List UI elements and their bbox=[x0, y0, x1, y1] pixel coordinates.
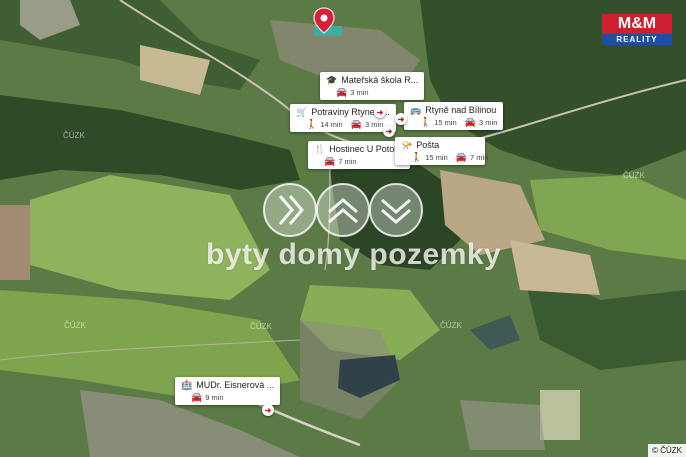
watermark-text: byty domy pozemky bbox=[206, 238, 502, 271]
car-icon: 🚘 bbox=[336, 87, 348, 97]
bus-icon: 🚌 bbox=[410, 104, 422, 115]
car-icon: 🚘 bbox=[350, 119, 363, 129]
poi-drive-time: 9 min bbox=[205, 393, 224, 402]
cuzk-map-label: ČÚZK bbox=[440, 321, 462, 330]
poi-name: Rtyně nad Bílinou bbox=[425, 105, 497, 115]
poi-name: Hostinec U Potoka bbox=[329, 144, 404, 154]
poi-name: MUDr. Eisnerová ... bbox=[196, 380, 275, 390]
poi-card-doctor[interactable]: 🏥 MUDr. Eisnerová ... 🚘 9 min bbox=[175, 377, 281, 405]
cuzk-map-label: ČÚZK bbox=[64, 321, 86, 330]
poi-card-bus-stop[interactable]: 🚌 Rtyně nad Bílinou 🚶 15 min 🚘 3 min bbox=[404, 102, 504, 130]
poi-card-post-office[interactable]: 📯 Pošta 🚶 15 min 🚘 7 min bbox=[395, 137, 489, 165]
direction-marker-icon[interactable]: ➜ bbox=[383, 125, 395, 137]
cart-icon: 🛒 bbox=[296, 106, 308, 117]
walk-icon: 🚶 bbox=[306, 119, 318, 129]
poi-drive-time: 3 min bbox=[479, 118, 498, 127]
poi-drive-time: 3 min bbox=[350, 88, 369, 97]
poi-name: Pošta bbox=[416, 140, 440, 150]
direction-marker-icon[interactable]: ➜ bbox=[262, 404, 274, 416]
medical-icon: 🏥 bbox=[181, 379, 193, 390]
poi-card-school[interactable]: 🎓 Mateřská škola R... 🚘 3 min bbox=[320, 72, 425, 100]
cuzk-map-label: ČÚZK bbox=[623, 171, 645, 180]
cuzk-map-label: ČÚZK bbox=[63, 131, 85, 140]
poi-walk-time: 15 min bbox=[434, 118, 457, 127]
direction-marker-icon[interactable]: ➜ bbox=[395, 113, 407, 125]
car-icon: 🚘 bbox=[324, 156, 336, 166]
mm-reality-logo: M&M REALITY bbox=[602, 14, 672, 46]
poi-walk-time: 14 min bbox=[320, 120, 343, 129]
logo-bottom: REALITY bbox=[602, 34, 672, 45]
logo-top: M&M bbox=[602, 14, 672, 34]
walk-icon: 🚶 bbox=[420, 117, 432, 127]
poi-drive-time: 3 min bbox=[365, 120, 384, 129]
car-icon: 🚘 bbox=[464, 117, 477, 127]
direction-marker-icon[interactable]: ➜ bbox=[374, 106, 386, 118]
poi-walk-time: 15 min bbox=[425, 153, 448, 162]
cuzk-map-label: ČÚZK bbox=[250, 322, 272, 331]
school-icon: 🎓 bbox=[326, 74, 338, 85]
map-copyright: © ČÚZK bbox=[648, 444, 686, 457]
car-icon: 🚘 bbox=[455, 152, 468, 162]
satellite-map[interactable] bbox=[0, 0, 686, 457]
poi-drive-time: 7 min bbox=[470, 153, 489, 162]
car-icon: 🚘 bbox=[191, 392, 203, 402]
walk-icon: 🚶 bbox=[411, 152, 423, 162]
poi-name: Mateřská škola R... bbox=[341, 75, 419, 85]
post-icon: 📯 bbox=[401, 139, 413, 150]
poi-drive-time: 7 min bbox=[338, 157, 357, 166]
fork-knife-icon: 🍴 bbox=[314, 143, 326, 154]
